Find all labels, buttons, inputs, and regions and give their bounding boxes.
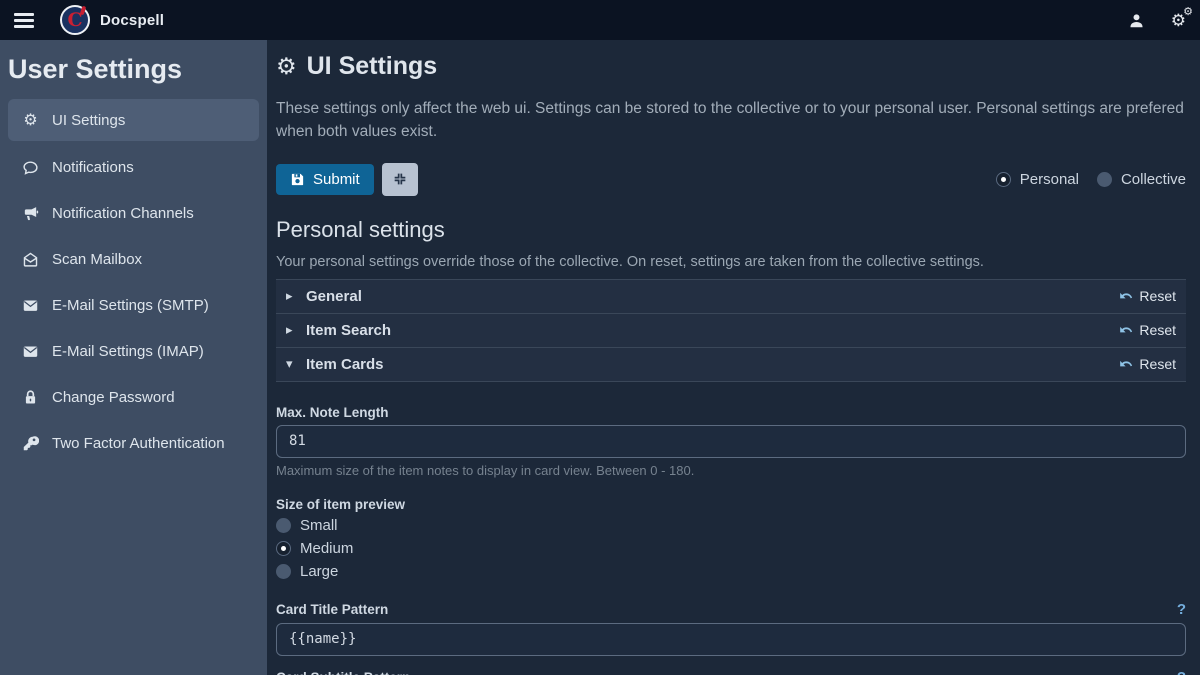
top-bar: C Docspell ⚙⚙: [0, 0, 1200, 40]
sidebar-item-email-imap[interactable]: E-Mail Settings (IMAP): [8, 332, 259, 371]
envelope-icon: [22, 343, 39, 360]
preview-size-group: Size of item preview Small Medium Large: [276, 497, 1186, 580]
sidebar-title: User Settings: [8, 48, 259, 99]
comment-icon: [22, 159, 39, 176]
card-subtitle-pattern-label: Card Subtitle Pattern ?: [276, 669, 1186, 675]
envelope-open-icon: [22, 251, 39, 268]
sidebar-item-label: Notification Channels: [52, 205, 194, 222]
sidebar-item-label: Two Factor Authentication: [52, 435, 225, 452]
card-title-pattern-input[interactable]: [276, 623, 1186, 656]
scope-radio-personal[interactable]: Personal: [996, 171, 1079, 188]
reset-item-search-button[interactable]: Reset: [1119, 322, 1176, 338]
radio-unselected-icon: [276, 564, 291, 579]
accordion-section-item-search[interactable]: ▸ Item Search Reset: [276, 314, 1186, 348]
sidebar-item-label: E-Mail Settings (IMAP): [52, 343, 204, 360]
main-content: ⚙ UI Settings These settings only affect…: [267, 40, 1200, 675]
max-note-length-input[interactable]: [276, 425, 1186, 458]
undo-icon: [1119, 289, 1133, 303]
card-title-pattern-label: Card Title Pattern ?: [276, 601, 1186, 618]
page-title: ⚙ UI Settings: [276, 52, 1186, 81]
max-note-length-label: Max. Note Length: [276, 405, 1186, 420]
gear-icon: ⚙: [276, 53, 297, 80]
card-subtitle-pattern-group: Card Subtitle Pattern ?: [276, 669, 1186, 675]
max-note-length-hint: Maximum size of the item notes to displa…: [276, 463, 1186, 478]
gear-icon: ⚙: [22, 110, 39, 130]
help-icon[interactable]: ?: [1177, 601, 1186, 618]
personal-settings-heading: Personal settings: [276, 217, 1186, 243]
sidebar-item-label: Notifications: [52, 159, 134, 176]
page-description: These settings only affect the web ui. S…: [276, 97, 1186, 144]
sidebar: User Settings ⚙ UI Settings Notification…: [0, 40, 267, 675]
radio-selected-icon: [996, 172, 1011, 187]
radio-unselected-icon: [1097, 172, 1112, 187]
preview-size-label: Size of item preview: [276, 497, 1186, 512]
max-note-length-group: Max. Note Length Maximum size of the ite…: [276, 405, 1186, 478]
preview-size-medium[interactable]: Medium: [276, 540, 1186, 557]
chevron-down-icon: ▾: [286, 356, 306, 372]
sidebar-item-two-factor[interactable]: Two Factor Authentication: [8, 424, 259, 463]
preview-size-large[interactable]: Large: [276, 563, 1186, 580]
undo-icon: [1119, 357, 1133, 371]
reset-item-cards-button[interactable]: Reset: [1119, 356, 1176, 372]
accordion-section-general[interactable]: ▸ General Reset: [276, 280, 1186, 314]
submit-button[interactable]: Submit: [276, 164, 374, 195]
lock-icon: [22, 389, 39, 406]
settings-scope: Personal Collective: [996, 171, 1186, 188]
accordion-section-item-cards[interactable]: ▾ Item Cards Reset: [276, 348, 1186, 382]
envelope-icon: [22, 297, 39, 314]
bullhorn-icon: [22, 205, 39, 222]
chevron-right-icon: ▸: [286, 322, 306, 338]
sidebar-item-label: UI Settings: [52, 112, 125, 129]
radio-unselected-icon: [276, 518, 291, 533]
preview-size-small[interactable]: Small: [276, 517, 1186, 534]
save-icon: [290, 172, 305, 187]
reset-general-button[interactable]: Reset: [1119, 288, 1176, 304]
sidebar-item-change-password[interactable]: Change Password: [8, 378, 259, 417]
help-icon[interactable]: ?: [1177, 669, 1186, 675]
card-title-pattern-group: Card Title Pattern ?: [276, 601, 1186, 656]
key-icon: [22, 435, 39, 452]
brand[interactable]: C Docspell: [60, 5, 164, 35]
scope-radio-collective[interactable]: Collective: [1097, 171, 1186, 188]
sidebar-item-notification-channels[interactable]: Notification Channels: [8, 194, 259, 233]
item-cards-form: Max. Note Length Maximum size of the ite…: [276, 405, 1186, 675]
sidebar-item-label: Scan Mailbox: [52, 251, 142, 268]
collapse-all-button[interactable]: [382, 163, 418, 196]
menu-icon[interactable]: [14, 13, 34, 28]
user-icon[interactable]: [1128, 12, 1145, 29]
gears-icon[interactable]: ⚙⚙: [1171, 12, 1186, 29]
radio-selected-icon: [276, 541, 291, 556]
personal-settings-description: Your personal settings override those of…: [276, 254, 1186, 270]
sidebar-item-notifications[interactable]: Notifications: [8, 148, 259, 187]
compress-icon: [392, 171, 408, 187]
settings-accordion: ▸ General Reset ▸ Item Search Reset ▾: [276, 279, 1186, 382]
sidebar-item-scan-mailbox[interactable]: Scan Mailbox: [8, 240, 259, 279]
chevron-right-icon: ▸: [286, 288, 306, 304]
docspell-logo-icon: C: [60, 5, 90, 35]
sidebar-item-email-smtp[interactable]: E-Mail Settings (SMTP): [8, 286, 259, 325]
sidebar-item-label: Change Password: [52, 389, 175, 406]
toolbar: Submit Personal Collective: [276, 163, 1186, 196]
undo-icon: [1119, 323, 1133, 337]
brand-name: Docspell: [100, 12, 164, 29]
sidebar-item-ui-settings[interactable]: ⚙ UI Settings: [8, 99, 259, 141]
sidebar-item-label: E-Mail Settings (SMTP): [52, 297, 209, 314]
